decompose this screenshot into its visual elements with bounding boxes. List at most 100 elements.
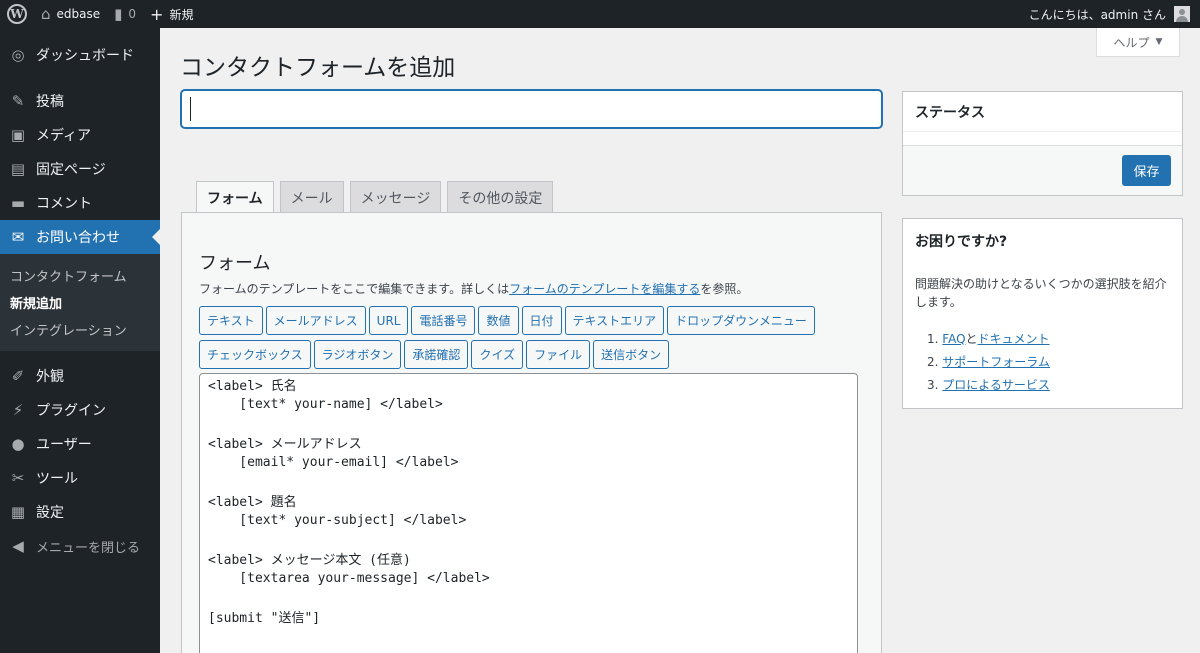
mail-icon: ✉ xyxy=(11,228,25,246)
support-forum-link[interactable]: サポートフォーラム xyxy=(942,353,1050,370)
status-box: ステータス 保存 xyxy=(902,91,1183,196)
list-number: 1. xyxy=(927,331,939,346)
code-line: <label> 題名 xyxy=(208,495,297,510)
sidebar-item-label: 投稿 xyxy=(36,94,64,110)
sidebar-item-label: ダッシュボード xyxy=(36,48,134,64)
code-line: [text* your-subject] </label> xyxy=(208,513,467,528)
submenu-item-integration[interactable]: インテグレーション xyxy=(0,316,160,343)
code-line: <label> 氏名 xyxy=(208,379,297,394)
home-icon: ⌂ xyxy=(41,5,51,23)
plus-icon: + xyxy=(150,4,164,24)
tab-form[interactable]: フォーム xyxy=(196,181,274,214)
sidebar-item-label: ツール xyxy=(36,471,78,487)
form-panel-description: フォームのテンプレートをここで編集できます。詳しくはフォームのテンプレートを編集… xyxy=(199,280,748,297)
tag-button-quiz[interactable]: クイズ xyxy=(471,340,524,369)
sidebar-item-posts[interactable]: ✎ 投稿 xyxy=(0,84,160,118)
form-template-editor[interactable]: <label> 氏名 [text* your-name] </label> <l… xyxy=(199,373,858,653)
tag-button-acceptance[interactable]: 承諾確認 xyxy=(404,340,469,369)
tag-button-number[interactable]: 数値 xyxy=(478,306,519,335)
comment-icon: ▬ xyxy=(10,194,26,212)
sidebar-item-tools[interactable]: ✂ ツール xyxy=(0,461,160,495)
tag-button-radio[interactable]: ラジオボタン xyxy=(313,340,402,369)
collapse-menu-button[interactable]: ◀ メニューを閉じる xyxy=(0,529,160,563)
editor-tabs: フォーム メール メッセージ その他の設定 xyxy=(196,181,559,214)
sidebar-item-users[interactable]: ● ユーザー xyxy=(0,427,160,461)
site-name-link[interactable]: ⌂ edbase xyxy=(34,0,107,28)
site-name: edbase xyxy=(56,7,101,21)
save-button[interactable]: 保存 xyxy=(1122,155,1171,186)
pro-services-link[interactable]: プロによるサービス xyxy=(942,376,1050,393)
docs-link[interactable]: ドキュメント xyxy=(978,330,1050,347)
tag-button-file[interactable]: ファイル xyxy=(526,340,591,369)
help-label: ヘルプ xyxy=(1113,35,1150,50)
submenu-item-add-new[interactable]: 新規追加 xyxy=(0,289,160,316)
brush-icon: ✐ xyxy=(11,367,25,385)
sidebar-item-label: メディア xyxy=(36,128,92,144)
sidebar-item-label: プラグイン xyxy=(36,403,106,419)
faq-link[interactable]: FAQ xyxy=(942,332,965,346)
page-title: コンタクトフォームを追加 xyxy=(180,55,456,81)
admin-sidebar: ◎ ダッシュボード ✎ 投稿 ▣ メディア ▤ 固定ページ ▬ コメント ✉ お… xyxy=(0,28,160,653)
edit-template-link[interactable]: フォームのテンプレートを編集する xyxy=(509,282,700,296)
wordpress-logo-icon: W xyxy=(7,4,27,24)
code-line: [textarea your-message] </label> xyxy=(208,571,490,586)
tag-button-date[interactable]: 日付 xyxy=(521,306,562,335)
code-line: <label> メッセージ本文 (任意) xyxy=(208,553,411,568)
tag-button-email[interactable]: メールアドレス xyxy=(265,306,366,335)
sidebar-item-dashboard[interactable]: ◎ ダッシュボード xyxy=(0,38,160,72)
list-number: 3. xyxy=(927,377,939,392)
code-line: [text* your-name] </label> xyxy=(208,397,443,412)
sidebar-item-comments[interactable]: ▬ コメント xyxy=(0,186,160,220)
sidebar-item-media[interactable]: ▣ メディア xyxy=(0,118,160,152)
tag-button-dropdown[interactable]: ドロップダウンメニュー xyxy=(667,306,815,335)
tag-generator-row-2: チェックボックス ラジオボタン 承諾確認 クイズ ファイル 送信ボタン xyxy=(199,340,672,369)
help-box-title: お困りですか? xyxy=(915,234,1008,250)
list-item: 3. プロによるサービス xyxy=(927,373,1182,396)
comments-link[interactable]: ▮ 0 xyxy=(107,0,143,28)
sidebar-item-pages[interactable]: ▤ 固定ページ xyxy=(0,152,160,186)
tag-button-tel[interactable]: 電話番号 xyxy=(411,306,476,335)
media-icon: ▣ xyxy=(10,126,26,144)
wordpress-logo-button[interactable]: W xyxy=(0,0,34,28)
dashboard-icon: ◎ xyxy=(11,46,25,64)
sidebar-item-settings[interactable]: ▦ 設定 xyxy=(0,495,160,529)
form-panel-heading: フォーム xyxy=(199,253,271,274)
main-content: ヘルプ ▼ コンタクトフォームを追加 フォーム メール メッセージ その他の設定… xyxy=(160,28,1200,653)
tag-button-textarea[interactable]: テキストエリア xyxy=(564,306,665,335)
tag-button-checkbox[interactable]: チェックボックス xyxy=(199,340,311,369)
tag-button-url[interactable]: URL xyxy=(368,306,409,335)
code-line: [submit "送信"] xyxy=(208,611,321,626)
my-account-link[interactable]: こんにちは、admin さん xyxy=(1029,6,1200,23)
wrench-icon: ✂ xyxy=(11,469,25,487)
page-icon: ▤ xyxy=(10,160,26,178)
sidebar-item-contact[interactable]: ✉ お問い合わせ xyxy=(0,220,160,254)
tab-messages[interactable]: メッセージ xyxy=(349,181,442,213)
list-item: 1. FAQ とドキュメント xyxy=(927,327,1182,350)
form-panel: フォーム フォームのテンプレートをここで編集できます。詳しくはフォームのテンプレ… xyxy=(181,212,882,653)
tab-mail[interactable]: メール xyxy=(279,181,344,213)
tab-additional-settings[interactable]: その他の設定 xyxy=(447,181,554,213)
tag-generator-row-1: テキスト メールアドレス URL 電話番号 数値 日付 テキストエリア ドロップ… xyxy=(199,306,818,335)
submenu-item-contact-forms[interactable]: コンタクトフォーム xyxy=(0,262,160,289)
desc-after: を参照。 xyxy=(700,282,749,296)
avatar xyxy=(1174,6,1190,22)
code-line: <label> メールアドレス xyxy=(208,437,362,452)
plugin-icon: ⚡ xyxy=(12,401,24,419)
tag-button-submit[interactable]: 送信ボタン xyxy=(593,340,670,369)
contact-submenu: コンタクトフォーム 新規追加 インテグレーション xyxy=(0,254,160,351)
new-content-link[interactable]: + 新規 xyxy=(143,0,200,28)
collapse-arrow-icon: ◀ xyxy=(12,537,24,555)
code-line: [email* your-email] </label> xyxy=(208,455,459,470)
form-title-input[interactable] xyxy=(181,90,882,128)
new-content-label: 新規 xyxy=(169,7,194,22)
greeting: こんにちは、admin さん xyxy=(1028,7,1166,22)
sidebar-item-plugins[interactable]: ⚡ プラグイン xyxy=(0,393,160,427)
sidebar-item-label: ユーザー xyxy=(36,437,92,453)
comments-count: 0 xyxy=(128,7,137,21)
help-tab-button[interactable]: ヘルプ ▼ xyxy=(1096,28,1180,57)
sidebar-item-appearance[interactable]: ✐ 外観 xyxy=(0,359,160,393)
tag-button-text[interactable]: テキスト xyxy=(199,306,263,335)
